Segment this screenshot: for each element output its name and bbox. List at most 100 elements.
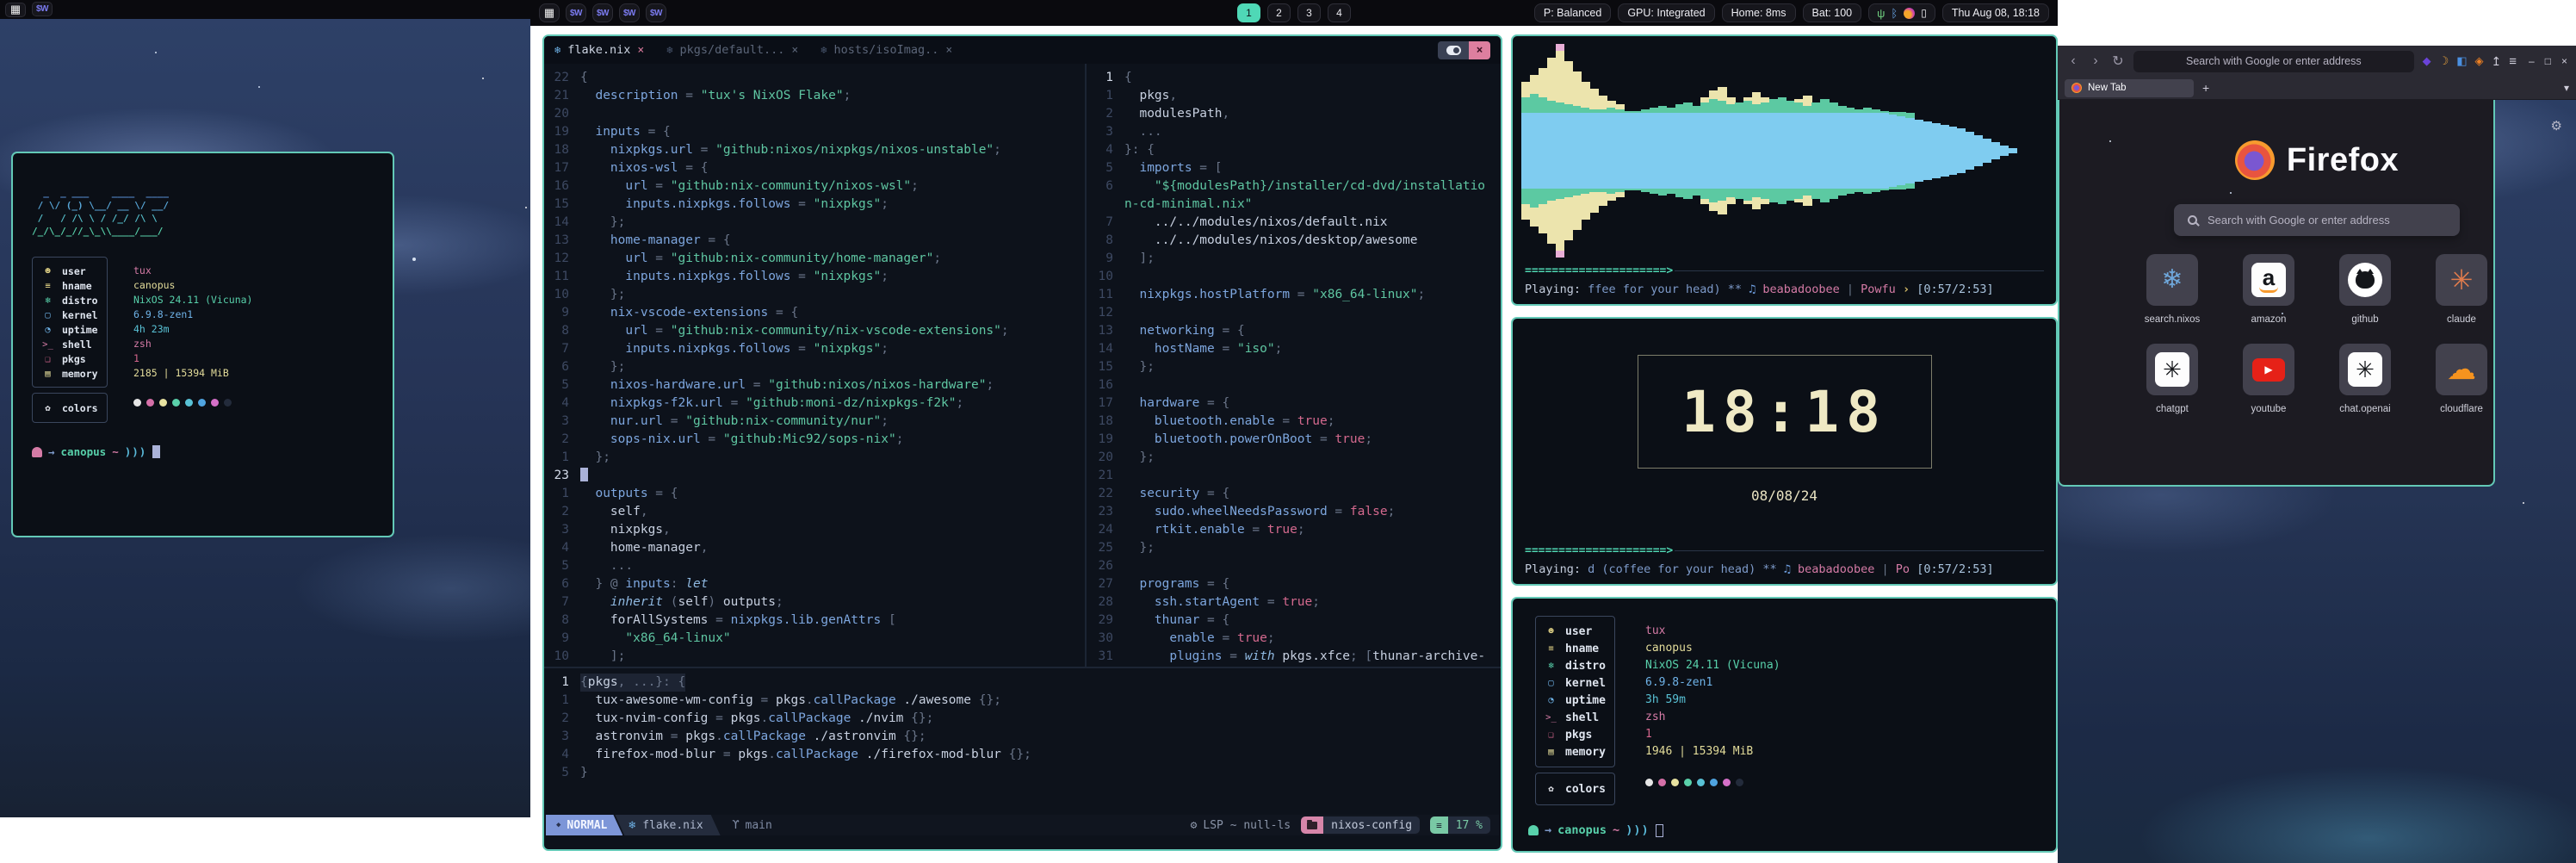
- code-line: 5 ...: [544, 557, 1082, 575]
- code-line: 12: [1088, 304, 1499, 322]
- bluetooth-icon[interactable]: ᛒ: [1891, 7, 1898, 20]
- code-line: 7 inherit (self) outputs;: [544, 593, 1082, 612]
- taskbar-window-button[interactable]: $W: [566, 3, 586, 22]
- color-profile-icon[interactable]: [1904, 8, 1915, 19]
- newtab-search-bar[interactable]: Search with Google or enter address: [2174, 204, 2460, 236]
- code-line: 4 home-manager,: [544, 539, 1082, 557]
- project-label: nixos-config: [1323, 816, 1420, 834]
- code-line: 5 nixos-hardware.url = "github:nixos/nix…: [544, 376, 1082, 394]
- taskbar-window-button[interactable]: $W: [619, 3, 640, 22]
- firefox-logo: [2235, 140, 2275, 180]
- prompt-cwd: ~: [1613, 823, 1619, 837]
- buffer-tab-pkgs-default-[interactable]: ❄pkgs/default...×: [666, 43, 798, 57]
- shortcut-claude[interactable]: ✳claude: [2422, 254, 2495, 325]
- clock-frame: 18:18: [1638, 355, 1932, 469]
- fetch-label: pkgs: [62, 353, 86, 365]
- code-line: 15 };: [1088, 358, 1499, 376]
- nixos-ascii-logo: _ _ ___ ____ ____ / \/ (_) \__/ __ \/ __…: [32, 186, 374, 238]
- back-icon[interactable]: ‹: [2066, 53, 2080, 69]
- workspace-4[interactable]: 4: [1328, 3, 1351, 22]
- fetch-label: uptime: [1565, 694, 1606, 707]
- shell-prompt[interactable]: →canopus~))): [1528, 823, 1663, 837]
- status-module[interactable]: GPU: Integrated: [1618, 3, 1714, 22]
- neovim-window[interactable]: ❄flake.nix×❄pkgs/default...×❄hosts/isoIm…: [542, 34, 1502, 851]
- ghost-icon: [1528, 825, 1539, 835]
- firefox-window[interactable]: ‹ › ↻ Search with Google or enter addres…: [2058, 46, 2495, 487]
- shortcut-chat-openai[interactable]: ✳chat.openai: [2325, 344, 2405, 414]
- left-fetch-terminal[interactable]: _ _ ___ ____ ____ / \/ (_) \__/ __ \/ __…: [11, 152, 394, 537]
- shortcut-youtube[interactable]: ▶youtube: [2229, 344, 2308, 414]
- clock-terminal-window[interactable]: 18:18 08/08/24 =====================> Pl…: [1511, 317, 2058, 586]
- code-line: 14 hostName = "iso";: [1088, 340, 1499, 358]
- status-module[interactable]: Bat: 100: [1803, 3, 1862, 22]
- tab-label: pkgs/default...: [679, 43, 784, 57]
- tab-new-tab[interactable]: New Tab: [2065, 79, 2194, 97]
- status-module[interactable]: P: Balanced: [1534, 3, 1611, 22]
- shell-prompt[interactable]: →canopus~))): [32, 445, 374, 458]
- buffer-tab-hosts-isoImag-[interactable]: ❄hosts/isoImag..×: [820, 43, 952, 57]
- buffer-tab-flake-nix[interactable]: ❄flake.nix×: [554, 43, 644, 57]
- forward-icon[interactable]: ›: [2089, 53, 2102, 69]
- kernel-icon: ▢: [41, 310, 54, 320]
- pkgs-icon: ❑: [1545, 730, 1557, 740]
- fetch-row: ❑pkgs: [1545, 726, 1606, 743]
- terminal-cursor: [152, 445, 160, 458]
- toggle-dot-icon: [1446, 46, 1461, 55]
- workspace-3[interactable]: 3: [1297, 3, 1321, 22]
- taskbar-window-button[interactable]: $W: [646, 3, 666, 22]
- code-pane-iso[interactable]: 1{1 pkgs,2 modulesPath,3 ...4}: {5 impor…: [1088, 64, 1499, 667]
- fetch-row: ≡hname: [1545, 640, 1606, 657]
- pkgs-icon: ❑: [41, 354, 54, 364]
- track-progress: =====================>: [1525, 264, 2044, 277]
- cava-visualizer-window[interactable]: =====================> Playing: ffee for…: [1511, 34, 2058, 306]
- code-line: 21 description = "tux's NixOS Flake";: [544, 87, 1082, 105]
- extension-icon[interactable]: ◆: [2423, 54, 2431, 68]
- reload-icon[interactable]: ↻: [2111, 53, 2125, 70]
- tab-close-icon[interactable]: ×: [945, 44, 952, 57]
- code-line: 4}: {: [1088, 141, 1499, 159]
- shortcut-github[interactable]: github: [2325, 254, 2405, 325]
- taskbar-window-button[interactable]: $W: [32, 2, 53, 16]
- metamask-icon[interactable]: ◈: [2475, 54, 2484, 68]
- fetch-terminal-window[interactable]: ☻user≡hname❄distro▢kernel◔uptime>_shell❑…: [1511, 597, 2058, 853]
- status-module[interactable]: Home: 8ms: [1722, 3, 1796, 22]
- workspace-1[interactable]: 1: [1237, 3, 1260, 22]
- phone-icon[interactable]: ▯: [1921, 7, 1927, 19]
- status-module[interactable]: Thu Aug 08, 18:18: [1942, 3, 2049, 22]
- taskbar-window-button[interactable]: $W: [592, 3, 613, 22]
- terminal-cursor: [1656, 824, 1663, 837]
- extension-icon[interactable]: ☽: [2439, 54, 2449, 68]
- apps-launcher-button[interactable]: ▦: [539, 3, 560, 22]
- code-line: 18 nixpkgs.url = "github:nixos/nixpkgs/n…: [544, 141, 1082, 159]
- share-icon[interactable]: ↥: [2492, 54, 2495, 69]
- shortcut-cloudflare[interactable]: ☁cloudflare: [2422, 344, 2495, 414]
- code-line: 27 programs = {: [1088, 575, 1499, 593]
- shortcut-amazon[interactable]: aamazon: [2229, 254, 2308, 325]
- apps-launcher-button[interactable]: ▦: [5, 3, 26, 17]
- network-icon[interactable]: ψ: [1877, 7, 1885, 20]
- vertical-split[interactable]: [1085, 64, 1087, 667]
- new-tab-button[interactable]: +: [2202, 81, 2209, 95]
- tab-close-icon[interactable]: ×: [637, 44, 644, 57]
- editor-toggle-button[interactable]: [1438, 41, 1469, 59]
- shortcut-chatgpt[interactable]: ✳chatgpt: [2133, 344, 2212, 414]
- code-pane-flake[interactable]: 22{21 description = "tux's NixOS Flake";…: [544, 64, 1082, 667]
- code-line: 3 ...: [1088, 123, 1499, 141]
- tab-close-icon[interactable]: ×: [791, 44, 798, 57]
- fetch-value: canopus: [133, 278, 252, 293]
- code-line: 11 inputs.nixpkgs.follows = "nixpkgs";: [544, 268, 1082, 286]
- shell-icon: >_: [1545, 712, 1557, 723]
- url-bar[interactable]: Search with Google or enter address: [2133, 51, 2414, 72]
- code-line: 9 ];: [1088, 250, 1499, 268]
- code-line: 22{: [544, 69, 1082, 87]
- fetch-row: ◔uptime: [41, 322, 98, 337]
- fetch-value: tux: [1645, 623, 1780, 640]
- extension-icon[interactable]: ◧: [2456, 54, 2467, 68]
- shortcut-search-nixos[interactable]: ❄search.nixos: [2133, 254, 2212, 325]
- audio-waveform: [1521, 43, 2047, 258]
- workspace-2[interactable]: 2: [1267, 3, 1291, 22]
- horizontal-split[interactable]: [544, 667, 1501, 668]
- fetch-value: 4h 23m: [133, 322, 252, 337]
- editor-close-button[interactable]: ×: [1469, 41, 1490, 59]
- code-pane-pkgs[interactable]: 1{pkgs, ...}: {1 tux-awesome-wm-config =…: [544, 672, 1499, 785]
